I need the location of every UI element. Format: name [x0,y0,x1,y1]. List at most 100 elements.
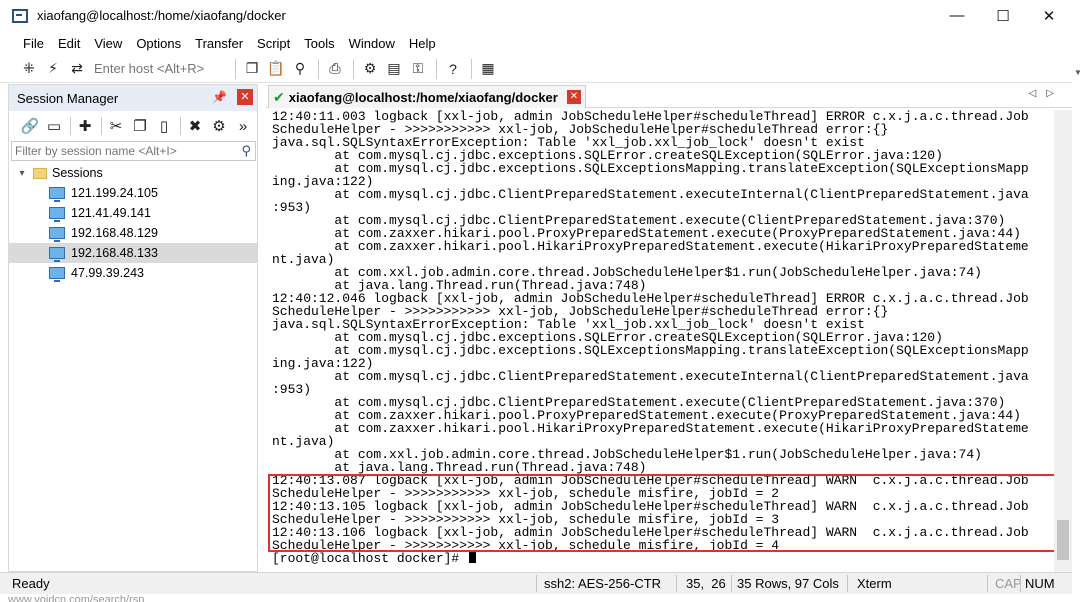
global-options-icon[interactable]: ▤ [383,58,405,80]
menu-view[interactable]: View [87,36,129,51]
session-manager-header: Session Manager 📌 ✕ [9,85,257,111]
session-tree: ▾ Sessions 121.199.24.105 121.41.49.141 … [9,161,257,283]
status-separator [676,575,677,592]
toolbar-separator [318,58,319,79]
find-icon[interactable]: ⚲ [289,58,311,80]
session-item-label: 121.41.49.141 [71,206,151,220]
print-icon[interactable]: ⎙ [324,58,346,80]
delete-icon[interactable]: ✖ [184,115,206,137]
title-bar: xiaofang@localhost:/home/xiaofang/docker… [0,0,1072,31]
menu-window[interactable]: Window [342,36,402,51]
connect-icon[interactable]: ⁜ [18,58,40,80]
close-panel-icon[interactable]: ✕ [237,89,253,105]
footer-url-text: www.voidcn.com/search/rsp [8,594,145,602]
minimize-button[interactable]: — [934,0,980,31]
folder-icon [33,167,47,179]
toolbar-separator [101,117,102,135]
monitor-icon [49,207,65,222]
terminal-line: at com.mysql.cj.jdbc.exceptions.SQLExcep… [272,343,1029,358]
pin-icon[interactable]: 📌 [212,90,227,104]
session-item[interactable]: 47.99.39.243 [9,263,257,283]
status-encryption: ssh2: AES-256-CTR [544,576,662,591]
scrollbar-thumb[interactable] [1057,520,1069,560]
status-cursor-position: 35, 26 [686,576,726,591]
session-manager-toolbar: 🔗 ▭ ✚ ✂ ❐ ▯ ✖ ⚙ » [9,111,257,141]
monitor-icon [49,247,65,262]
session-item-selected[interactable]: 192.168.48.133 [9,243,257,263]
status-num-lock: NUM [1025,576,1055,591]
terminal-prompt-text: [root@localhost docker]# [272,551,468,566]
session-item-label: 121.199.24.105 [71,186,158,200]
add-session-icon[interactable]: ✚ [74,115,96,137]
monitor-icon [49,267,65,282]
menu-edit[interactable]: Edit [51,36,87,51]
copy-icon[interactable]: ❐ [241,58,263,80]
status-terminal-type: Xterm [857,576,892,591]
session-manager-title: Session Manager [17,90,119,106]
status-separator [847,575,848,592]
properties-gear-icon[interactable]: ⚙ [208,115,230,137]
terminal-line: at com.mysql.cj.jdbc.ClientPreparedState… [272,187,1029,202]
menu-tools[interactable]: Tools [297,36,341,51]
paste-icon[interactable]: ▯ [153,115,175,137]
enter-host-input[interactable] [90,58,230,79]
close-tab-icon[interactable]: ✕ [567,90,581,104]
terminal-line: at com.mysql.cj.jdbc.ClientPreparedState… [272,369,1029,384]
settings-gear-icon[interactable]: ⚙ [359,58,381,80]
close-window-button[interactable]: ✕ [1026,0,1072,31]
terminal-line: at com.zaxxer.hikari.pool.HikariProxyPre… [272,239,1029,254]
session-item[interactable]: 192.168.48.129 [9,223,257,243]
session-item[interactable]: 121.199.24.105 [9,183,257,203]
toolbar-separator [180,117,181,135]
quick-connect-icon[interactable]: ⚡ [42,58,64,80]
session-tab-label: xiaofang@localhost:/home/xiaofang/docker [288,89,558,105]
window-title: xiaofang@localhost:/home/xiaofang/docker [37,8,286,23]
session-filter-input[interactable] [12,142,232,160]
terminal-line: at com.mysql.cj.jdbc.exceptions.SQLExcep… [272,161,1029,176]
menu-script[interactable]: Script [250,36,297,51]
monitor-icon [49,187,65,202]
link-icon[interactable]: 🔗 [19,115,41,137]
copy-icon[interactable]: ❐ [129,115,151,137]
connected-check-icon: ✔ [273,88,285,105]
cut-icon[interactable]: ✂ [105,115,127,137]
status-terminal-size: 35 Rows, 97 Cols [737,576,839,591]
status-caps-lock: CAP [995,576,1022,591]
paste-icon[interactable]: 📋 [265,58,287,80]
tab-scroll-arrows-icon[interactable]: ◁▷ [1029,88,1064,99]
securecrt-app-icon [12,8,28,23]
maximize-button[interactable]: ☐ [980,0,1026,31]
sessions-folder[interactable]: ▾ Sessions [9,163,257,183]
session-manager-panel: Session Manager 📌 ✕ 🔗 ▭ ✚ ✂ ❐ ▯ ✖ ⚙ » ⚲ … [8,84,258,572]
toolbar-separator [471,58,472,79]
terminal-scrollbar[interactable] [1054,110,1072,572]
menu-options[interactable]: Options [129,36,188,51]
help-icon[interactable]: ? [442,58,464,80]
chevron-down-icon[interactable]: ▾ [15,168,29,179]
main-toolbar: ⁜ ⚡ ⇄ ❐ 📋 ⚲ ⎙ ⚙ ▤ ⚿ ? ▦ [0,55,1072,83]
session-tab[interactable]: ✔ xiaofang@localhost:/home/xiaofang/dock… [268,85,586,108]
scroll-down-arrow-icon[interactable]: ▼ [1074,68,1082,77]
status-separator [1020,575,1021,592]
sftp-icon[interactable]: ▦ [477,58,499,80]
search-icon[interactable]: ⚲ [241,143,251,159]
terminal-output[interactable]: 12:40:11.003 logback [xxl-job, admin Job… [268,110,1054,570]
menu-bar: File Edit View Options Transfer Script T… [0,31,1072,55]
session-item[interactable]: 121.41.49.141 [9,203,257,223]
more-chevron-icon[interactable]: » [232,115,254,137]
toolbar-separator [235,58,236,79]
status-separator [731,575,732,592]
menu-help[interactable]: Help [402,36,443,51]
menu-file[interactable]: File [16,36,51,51]
page-scrollbar[interactable]: ▼ [1072,60,1083,570]
connect-in-tab-icon[interactable]: ⇄ [66,58,88,80]
key-map-icon[interactable]: ⚿ [407,58,429,80]
terminal-prompt: [root@localhost docker]# [272,552,1029,565]
status-separator [536,575,537,592]
terminal-text: 12:40:11.003 logback [xxl-job, admin Job… [272,110,1029,565]
session-item-label: 47.99.39.243 [71,266,144,280]
new-window-icon[interactable]: ▭ [43,115,65,137]
menu-transfer[interactable]: Transfer [188,36,250,51]
session-tab-strip: ✔ xiaofang@localhost:/home/xiaofang/dock… [266,84,1072,108]
status-bar: Ready ssh2: AES-256-CTR 35, 26 35 Rows, … [0,572,1072,594]
